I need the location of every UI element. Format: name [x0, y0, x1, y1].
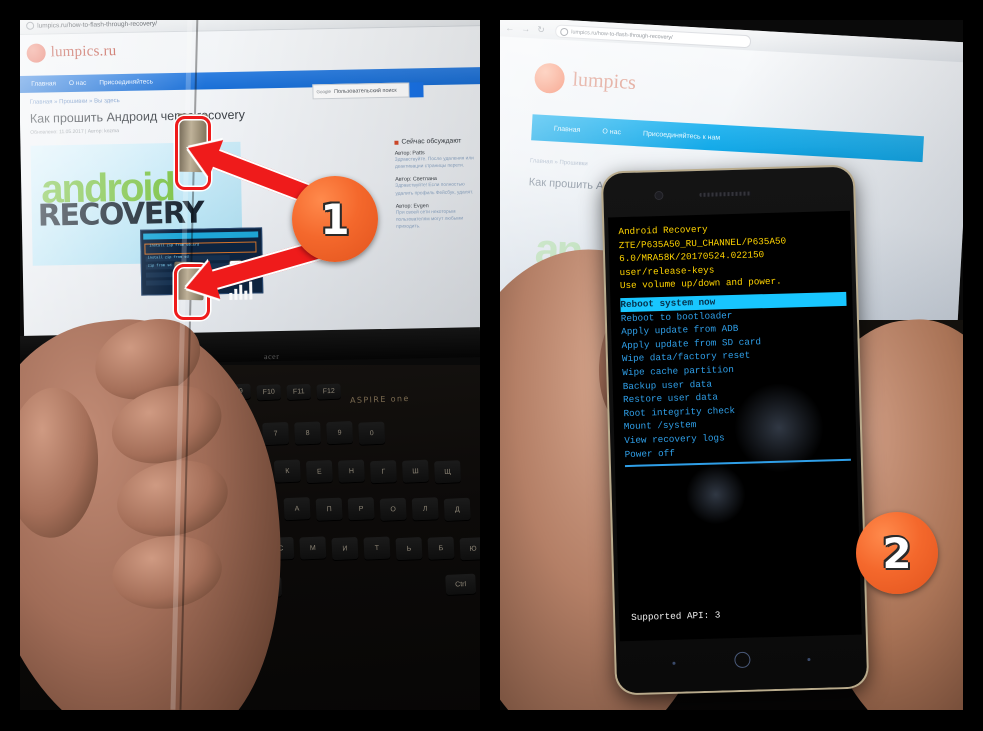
left-photo-panel: lumpics.ru/how-to-flash-through-recovery…	[20, 20, 480, 710]
info-circle-icon	[560, 27, 569, 36]
key-o-cyr[interactable]: О	[379, 497, 407, 521]
sidebar-heading: Сейчас обсуждают	[394, 137, 480, 146]
info-circle-icon	[26, 21, 35, 30]
comment-item[interactable]: Автор: Светлана Здравствуйте! Если полно…	[395, 176, 480, 198]
key-f11[interactable]: F11	[286, 383, 312, 400]
key-m-cyr[interactable]: М	[299, 536, 327, 560]
recovery-footer-api: Supported API: 3	[631, 609, 721, 623]
site-navbar: Главная О нас Присоединяйтесь	[20, 67, 480, 93]
logo-text: lumpics.ru	[50, 43, 117, 61]
home-button-icon[interactable]	[734, 651, 751, 669]
address-bar-right[interactable]: lumpics.ru/how-to-flash-through-recovery…	[554, 24, 752, 49]
nav-item-home[interactable]: Главная	[31, 80, 56, 87]
laptop-screen-left: lumpics.ru/how-to-flash-through-recovery…	[20, 20, 480, 348]
key-9[interactable]: 9	[326, 421, 354, 445]
back-button-icon[interactable]	[807, 657, 811, 662]
screenshot-root: lumpics.ru/how-to-flash-through-recovery…	[0, 0, 983, 731]
step-badge-1-number: 1	[320, 194, 350, 244]
step-badge-1: 1	[292, 176, 378, 262]
phone-top-bezel	[603, 167, 854, 218]
comment-text: Здравствуйте. После удаления или деактив…	[394, 156, 474, 170]
front-camera-icon	[655, 191, 663, 200]
site-logo-right[interactable]: lumpics	[533, 62, 637, 98]
logo-mark-icon	[26, 43, 46, 63]
key-f12[interactable]: F12	[316, 383, 342, 400]
zte-phone: Android Recovery ZTE/P635A50_RU_CHANNEL/…	[602, 166, 868, 694]
key-b-cyr[interactable]: Б	[427, 536, 455, 560]
site-logo[interactable]: lumpics.ru	[26, 42, 117, 63]
nav-item-about[interactable]: О нас	[602, 128, 621, 136]
step-badge-2: 2	[856, 512, 938, 594]
site-navbar-right: Главная О нас Присоединяйтесь к нам	[531, 114, 924, 163]
key-sh-cyr[interactable]: Ш	[401, 459, 429, 483]
nav-item-join[interactable]: Присоединяйтесь	[99, 78, 153, 86]
comment-item[interactable]: Автор: Evgen При своей сети некоторым по…	[396, 202, 480, 231]
recents-button-icon[interactable]	[672, 661, 676, 665]
thumb-text: zip from sd	[147, 264, 172, 269]
step-badge-2-number: 2	[882, 528, 912, 578]
hero-android-word: android	[40, 165, 175, 212]
nav-item-home[interactable]: Главная	[554, 125, 581, 133]
website-content-left: lumpics.ru Главная О нас Присоединяйтесь…	[20, 25, 480, 348]
logo-text: lumpics	[571, 68, 637, 94]
key-t-cyr[interactable]: Т	[363, 536, 391, 560]
nav-item-join[interactable]: Присоединяйтесь к нам	[643, 130, 721, 141]
nav-item-about[interactable]: О нас	[69, 80, 86, 87]
reload-icon[interactable]: ↻	[537, 24, 545, 35]
key-g-cyr[interactable]: Г	[369, 460, 397, 484]
site-header: lumpics.ru	[20, 25, 480, 76]
logo-mark-icon	[533, 62, 566, 95]
laptop-brand-label: acer	[263, 351, 280, 362]
phone-nav-bar	[616, 634, 867, 693]
browser-toolbar-left: lumpics.ru/how-to-flash-through-recovery…	[20, 20, 480, 35]
breadcrumb-right: Главная » Прошивки	[529, 158, 588, 168]
discussion-sidebar: Сейчас обсуждают Автор: Patts Здравствуй…	[394, 137, 480, 237]
bullet-square-icon	[394, 140, 399, 145]
key-p-cyr[interactable]: П	[315, 497, 343, 521]
url-text: lumpics.ru/how-to-flash-through-recovery…	[37, 20, 158, 30]
key-k-cyr[interactable]: К	[273, 459, 301, 483]
search-placeholder: Пользовательский поиск	[333, 87, 397, 95]
sidebar-heading-text: Сейчас обсуждают	[401, 137, 462, 146]
key-7[interactable]: 7	[262, 421, 290, 446]
key-8[interactable]: 8	[294, 421, 322, 445]
search-input[interactable]: Google Пользовательский поиск	[312, 82, 410, 100]
arrow-left-icon[interactable]: ←	[505, 23, 515, 33]
search-brand: Google	[316, 89, 332, 95]
thumb	[20, 386, 101, 540]
comment-author: Автор: Patts	[394, 150, 425, 157]
key-i-cyr[interactable]: И	[331, 536, 359, 561]
recovery-text: Android Recovery ZTE/P635A50_RU_CHANNEL/…	[618, 219, 851, 468]
comment-text: При своей сети некоторым пользователям м…	[395, 209, 464, 230]
key-a-cyr[interactable]: А	[283, 497, 311, 521]
right-photo-panel: ← → ↻ lumpics.ru/how-to-flash-through-re…	[500, 20, 963, 710]
key-f10[interactable]: F10	[256, 384, 282, 401]
address-bar-left[interactable]: lumpics.ru/how-to-flash-through-recovery…	[26, 20, 157, 32]
key-n-cyr[interactable]: Н	[337, 459, 365, 483]
article-meta: Обновлено: 11.05.2017 | Автор: kozma	[30, 128, 120, 136]
key-yu-cyr[interactable]: Ю	[459, 537, 480, 561]
comment-text: Здравствуйте! Если полностью удалить про…	[395, 182, 474, 197]
key-ctrl[interactable]: Ctrl	[445, 573, 477, 595]
browser-toolbar-right: ← → ↻ lumpics.ru/how-to-flash-through-re…	[500, 20, 963, 63]
key-l-cyr[interactable]: Л	[411, 497, 439, 521]
comment-item[interactable]: Автор: Patts Здравствуйте. После удалени…	[395, 149, 480, 171]
arrow-right-icon[interactable]: →	[521, 24, 531, 34]
key-e-cyr[interactable]: Е	[305, 460, 333, 484]
recovery-screen: Android Recovery ZTE/P635A50_RU_CHANNEL/…	[608, 210, 862, 642]
url-text: lumpics.ru/how-to-flash-through-recovery…	[571, 28, 673, 41]
key-d-cyr[interactable]: Д	[443, 497, 471, 521]
earpiece-grille-icon	[699, 191, 752, 197]
comment-author: Автор: Светлана	[395, 176, 437, 184]
key-0[interactable]: 0	[358, 421, 386, 445]
search-button[interactable]	[409, 82, 424, 98]
key-r-cyr[interactable]: Р	[347, 497, 375, 521]
comment-author: Автор: Evgen	[395, 202, 429, 210]
key-soft-sign-cyr[interactable]: Ь	[395, 537, 423, 561]
breadcrumb: Главная » Прошивки » Вы здесь	[29, 98, 120, 106]
key-shch-cyr[interactable]: Щ	[434, 460, 462, 484]
